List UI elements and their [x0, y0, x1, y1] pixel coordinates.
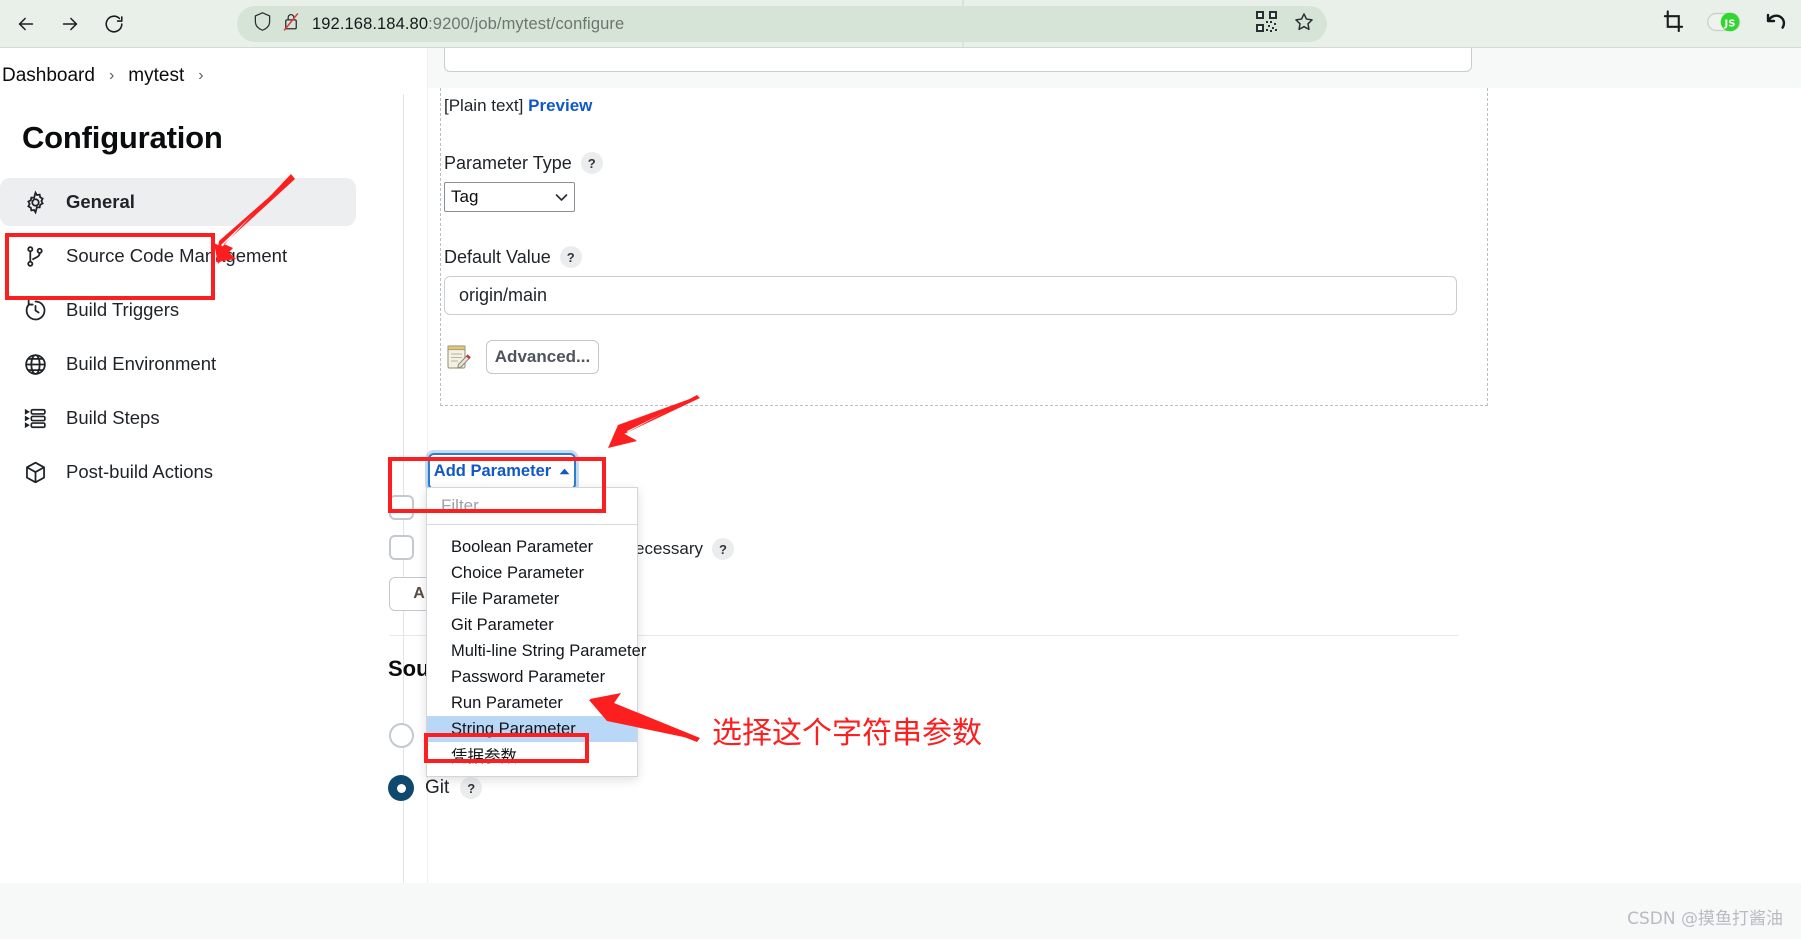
configuration-main-panel: [Plain text] Preview Parameter Type ? Ta… [0, 48, 1801, 939]
address-bar-url[interactable]: 192.168.184.80:9200/job/mytest/configure [312, 15, 1256, 34]
default-value-label: Default Value [444, 246, 551, 267]
page-title: Configuration [22, 120, 223, 155]
crop-icon[interactable] [1662, 10, 1685, 38]
breadcrumb-separator-2: › [198, 67, 204, 84]
sidebar-item-label: Post-build Actions [66, 461, 214, 482]
plain-text-preview-row: [Plain text] Preview [444, 96, 592, 116]
sidebar-item-label: Build Environment [66, 353, 217, 374]
sidebar-item-build-environment[interactable]: Build Environment [0, 340, 356, 388]
default-value-input[interactable] [444, 276, 1457, 315]
gear-icon [20, 187, 50, 217]
help-icon[interactable]: ? [559, 246, 582, 268]
checkbox-option-1[interactable] [389, 495, 414, 520]
insecure-lock-icon[interactable] [282, 11, 300, 37]
dropdown-item-multi-line-string-parameter[interactable]: Multi-line String Parameter [427, 638, 646, 664]
description-textarea[interactable] [444, 48, 1472, 72]
url-host: 192.168.184.80 [312, 14, 429, 33]
breadcrumb-separator: › [108, 67, 115, 84]
javascript-toggle-icon[interactable]: JS [1707, 12, 1741, 37]
shield-icon[interactable] [253, 11, 272, 37]
back-arrow-icon [15, 13, 37, 35]
parameter-type-select[interactable]: Tag [444, 182, 575, 212]
sidebar-item-source-code-management[interactable]: Source Code Management [0, 232, 356, 280]
breadcrumb-dashboard[interactable]: Dashboard [2, 65, 95, 87]
sidebar-item-label: General [66, 191, 135, 212]
git-radio-label-row: Git ? [425, 777, 483, 799]
browser-extension-area: JS [1662, 4, 1787, 44]
advanced-button[interactable]: Advanced... [486, 340, 599, 374]
svg-text:JS: JS [1724, 18, 1736, 29]
add-parameter-button[interactable]: Add Parameter [428, 453, 576, 490]
partial-label-necessary: ecessary ? [635, 538, 735, 560]
sidebar-item-post-build-actions[interactable]: Post-build Actions [0, 448, 356, 496]
git-branch-icon [20, 241, 50, 271]
sidebar-item-general[interactable]: General [0, 178, 356, 226]
sidebar-item-label: Build Steps [66, 407, 160, 428]
help-icon[interactable]: ? [580, 152, 603, 174]
default-value-label-row: Default Value ? [444, 246, 582, 268]
globe-icon [20, 349, 50, 379]
page-body: Dashboard › mytest › Configuration Gener… [0, 48, 1801, 939]
undo-arrow-icon[interactable] [1763, 11, 1787, 38]
parameter-type-label: Parameter Type [444, 152, 572, 173]
forward-arrow-icon [59, 13, 81, 35]
configuration-sidebar: Configuration General Source Code Manage… [0, 104, 400, 502]
parameter-type-label-row: Parameter Type ? [444, 152, 603, 174]
help-icon[interactable]: ? [712, 538, 735, 560]
dropdown-item-list: Boolean Parameter Choice Parameter File … [427, 525, 646, 776]
add-parameter-label: Add Parameter [433, 462, 552, 480]
dropdown-item-string-parameter[interactable]: String Parameter [427, 716, 637, 742]
radio-git[interactable] [388, 775, 414, 801]
notepad-pencil-icon [444, 343, 472, 371]
page-bottom-strip [0, 883, 1801, 939]
back-button[interactable] [6, 4, 46, 44]
qr-code-icon[interactable] [1256, 11, 1277, 37]
chevron-down-icon [555, 190, 568, 205]
advanced-row: Advanced... [444, 340, 599, 374]
address-bar-actions [1256, 11, 1315, 38]
plain-text-label: [Plain text] [444, 96, 524, 115]
reload-icon [103, 13, 125, 35]
browser-nav-buttons [6, 4, 134, 44]
package-icon [20, 457, 50, 487]
reload-button[interactable] [94, 4, 134, 44]
clock-icon [20, 295, 50, 325]
sidebar-item-label: Build Triggers [66, 299, 180, 320]
add-parameter-dropdown: Boolean Parameter Choice Parameter File … [426, 487, 646, 777]
help-icon[interactable]: ? [460, 777, 483, 799]
sidebar-item-label: Source Code Management [66, 245, 288, 266]
preview-link[interactable]: Preview [528, 96, 592, 115]
watermark: CSDN @摸鱼打酱油 [1627, 909, 1783, 929]
annotation-note: 选择这个字符串参数 [712, 716, 982, 751]
url-path: :9200/job/mytest/configure [428, 14, 625, 33]
sidebar-item-build-steps[interactable]: Build Steps [0, 394, 356, 442]
breadcrumb-mytest[interactable]: mytest [128, 65, 184, 87]
partial-label-text: ecessary [635, 539, 704, 558]
source-code-management-heading: Sou [388, 656, 430, 681]
address-bar-icons [253, 11, 300, 37]
dropdown-item-git-parameter[interactable]: Git Parameter [427, 612, 637, 638]
address-bar[interactable]: 192.168.184.80:9200/job/mytest/configure [237, 6, 1327, 42]
radio-none[interactable] [389, 723, 414, 748]
forward-button[interactable] [50, 4, 90, 44]
dropdown-item-file-parameter[interactable]: File Parameter [427, 586, 637, 612]
dropdown-filter-input[interactable] [427, 488, 637, 525]
star-bookmark-icon[interactable] [1293, 11, 1315, 38]
dropdown-item-boolean-parameter[interactable]: Boolean Parameter [427, 534, 637, 560]
breadcrumb: Dashboard › mytest › [0, 54, 218, 98]
dropdown-item-credentials-parameter[interactable]: 凭据参数 [427, 742, 637, 768]
checkbox-option-2[interactable] [389, 535, 414, 560]
chevron-up-icon [559, 466, 570, 478]
dropdown-item-run-parameter[interactable]: Run Parameter [427, 690, 637, 716]
list-steps-icon [20, 403, 50, 433]
parameter-type-value: Tag [451, 187, 479, 206]
sidebar-item-build-triggers[interactable]: Build Triggers [0, 286, 356, 334]
git-label: Git [425, 777, 450, 798]
browser-toolbar: 192.168.184.80:9200/job/mytest/configure [0, 0, 1801, 48]
dropdown-item-choice-parameter[interactable]: Choice Parameter [427, 560, 637, 586]
dropdown-item-password-parameter[interactable]: Password Parameter [427, 664, 637, 690]
